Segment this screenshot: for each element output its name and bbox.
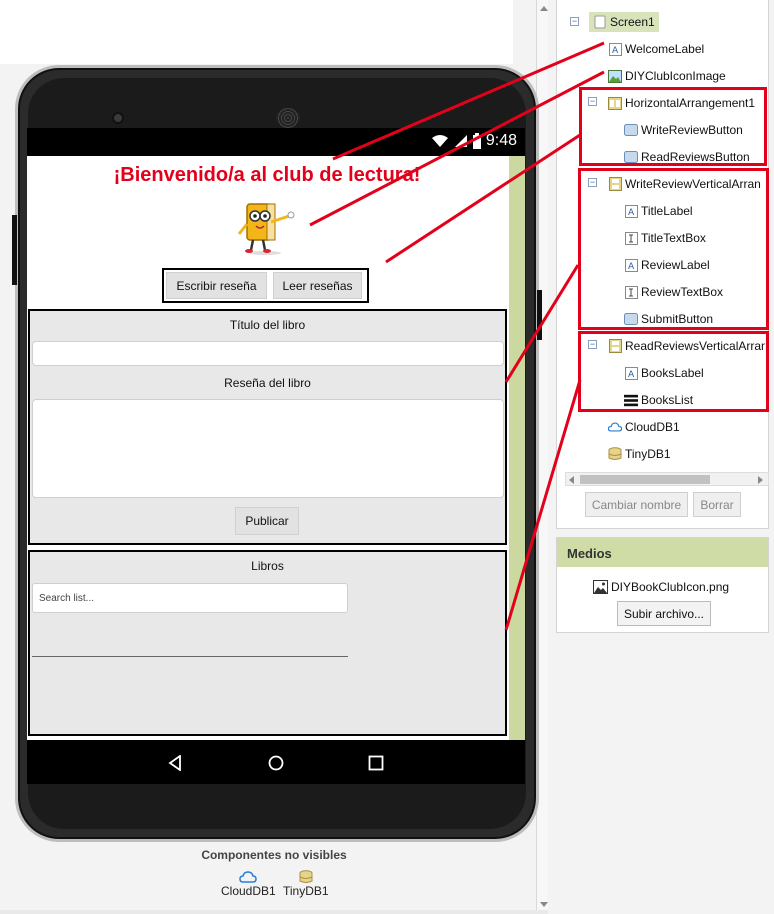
viewer-bottom-divider (0, 910, 548, 914)
scroll-up-icon[interactable] (540, 6, 548, 11)
books-list-divider (32, 656, 348, 657)
tree-item-screen1[interactable]: Screen1 (589, 12, 659, 32)
welcome-label: ¡Bienvenido/a al club de lectura! (113, 164, 421, 186)
phone-screen: 9:48 ¡Bienvenido/a al club de lectura! E… (27, 128, 525, 784)
recents-icon[interactable] (368, 755, 384, 771)
tree-scroll-thumb[interactable] (580, 475, 710, 484)
tree-item-tinydb1[interactable]: TinyDB1 (608, 444, 671, 464)
tree-item-label: WelcomeLabel (625, 42, 705, 56)
scroll-down-icon[interactable] (540, 902, 548, 907)
upload-file-button[interactable]: Subir archivo... (617, 601, 711, 626)
app-inventor-designer: 9:48 ¡Bienvenido/a al club de lectura! E… (0, 0, 774, 914)
image-icon (608, 69, 622, 83)
media-header: Medios (557, 538, 768, 567)
nonvisible-clouddb-label: CloudDB1 (221, 884, 276, 898)
highlight-horizontal-arrangement (579, 87, 767, 166)
horizontal-arrangement: Escribir reseña Leer reseñas (162, 268, 369, 303)
media-panel: Medios DIYBookClubIcon.png Subir archivo… (556, 537, 769, 633)
home-icon[interactable] (268, 755, 284, 771)
back-icon[interactable] (168, 755, 182, 771)
write-review-button[interactable]: Escribir reseña (166, 272, 267, 299)
tree-item-welcomelabel[interactable]: A WelcomeLabel (608, 39, 704, 59)
power-button (537, 290, 542, 340)
scroll-right-icon[interactable] (758, 476, 763, 484)
svg-text:A: A (612, 46, 619, 56)
camera-icon (112, 112, 124, 124)
tree-horizontal-scrollbar[interactable] (565, 472, 769, 486)
tree-item-label: CloudDB1 (625, 420, 680, 434)
label-icon: A (608, 42, 622, 56)
read-reviews-button[interactable]: Leer reseñas (273, 272, 362, 299)
status-time: 9:48 (485, 132, 517, 149)
screen-icon (593, 15, 607, 29)
delete-button[interactable]: Borrar (693, 492, 741, 517)
collapse-screen1-icon[interactable]: − (570, 17, 579, 26)
cloud-icon (239, 871, 258, 883)
nonvisible-tinydb[interactable]: TinyDB1 (283, 870, 329, 898)
tree-item-label: DIYClubIconImage (625, 69, 726, 83)
battery-icon (472, 133, 481, 149)
scroll-left-icon[interactable] (569, 476, 574, 484)
nonvisible-clouddb[interactable]: CloudDB1 (221, 870, 276, 898)
title-label: Título del libro (229, 318, 306, 332)
viewer-header-area (0, 0, 513, 64)
tree-item-diyclubiconimage[interactable]: DIYClubIconImage (608, 66, 726, 86)
books-search-input[interactable]: Search list... (32, 583, 348, 613)
wifi-icon (431, 135, 448, 147)
database-icon (608, 447, 622, 461)
media-file-item[interactable]: DIYBookClubIcon.png (593, 580, 729, 594)
database-icon (299, 870, 313, 883)
submit-button[interactable]: Publicar (235, 507, 299, 535)
speaker-icon (276, 108, 300, 128)
status-icons: 9:48 (431, 132, 517, 150)
title-textbox[interactable] (32, 341, 504, 366)
screen-scroll-strip (509, 156, 525, 740)
nonvisible-tinydb-label: TinyDB1 (283, 884, 329, 898)
write-review-vertical-arrangement: Título del libro Reseña del libro Public… (28, 309, 507, 545)
tree-item-label: TinyDB1 (625, 447, 671, 461)
navigation-bar (27, 740, 525, 784)
rename-button[interactable]: Cambiar nombre (585, 492, 688, 517)
tree-item-clouddb1[interactable]: CloudDB1 (608, 417, 680, 437)
book-club-mascot-icon (237, 203, 295, 255)
tree-item-label: Screen1 (610, 15, 655, 29)
review-textbox[interactable] (32, 399, 504, 498)
books-label: Libros (251, 559, 284, 573)
cloud-icon (608, 420, 622, 434)
highlight-read-reviews-arrangement (578, 331, 769, 412)
image-file-icon (593, 580, 608, 594)
media-file-name: DIYBookClubIcon.png (611, 580, 730, 594)
signal-icon (454, 135, 467, 147)
nonvisible-components-title: Componentes no visibles (201, 848, 347, 862)
volume-button (12, 215, 17, 285)
highlight-write-review-arrangement (578, 168, 769, 330)
status-bar: 9:48 (27, 128, 525, 156)
read-reviews-vertical-arrangement: Libros Search list... (28, 550, 507, 736)
review-label: Reseña del libro (224, 376, 311, 390)
